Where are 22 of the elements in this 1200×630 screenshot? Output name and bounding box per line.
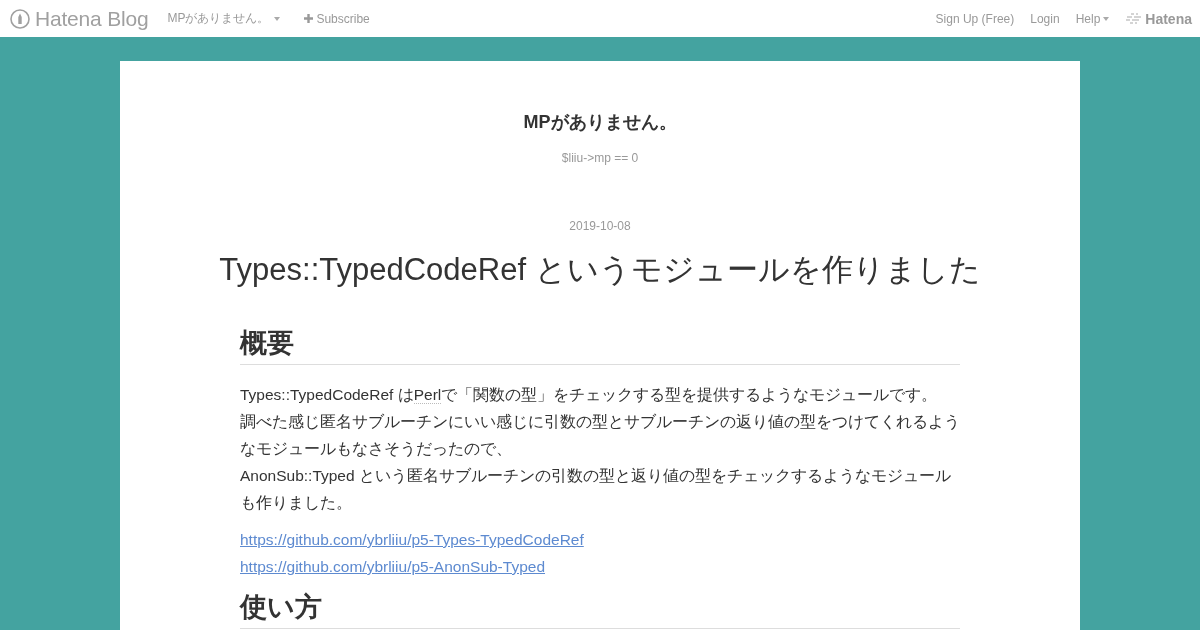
blog-menu-button[interactable]: MPがありません。 bbox=[167, 10, 281, 27]
blog-description: $liiu->mp == 0 bbox=[560, 150, 640, 166]
entry-title: Types::TypedCodeRef というモジュールを作りました bbox=[218, 251, 982, 289]
nav-link[interactable]: Sign Up (Free) bbox=[935, 11, 1015, 26]
blog-logo-link[interactable]: Hatena Blog bbox=[10, 6, 149, 31]
paragraph: Types::TypedCodeRef はPerlで「関数の型」をチェックする型を提供するようなモジュールです。 調べた感じ匿名サブルーチンにいい感じに引数の型とサブルーチンの返り値の型をつけてくれるようなモジュールもなさそうだったので、 AnonSub::Typed という匿名サブルーチンの引数の型と返り値の型をチェックするようなモジュールも作りました。 bbox=[240, 385, 960, 513]
brand-link[interactable]: Hatena bbox=[1126, 10, 1192, 27]
section-heading: 使い方 bbox=[240, 588, 960, 629]
nav-link[interactable]: Login bbox=[1030, 11, 1060, 26]
url-link[interactable]: https://github.com/ybrliiu/p5-AnonSub-Typed bbox=[240, 553, 545, 580]
keyword-link[interactable]: Perl bbox=[413, 386, 442, 404]
plus-icon bbox=[304, 14, 314, 23]
section-heading: 概要 bbox=[240, 324, 960, 365]
caret-icon bbox=[1103, 16, 1110, 21]
nav-menu-link[interactable]: Help bbox=[1075, 11, 1110, 26]
pen-circle-icon bbox=[10, 8, 30, 29]
blog-title: MPがありません。 bbox=[522, 111, 678, 133]
entry-date: 2019-10-08 bbox=[568, 218, 632, 234]
url-link[interactable]: https://github.com/ybrliiu/p5-Types-TypedCodeRef bbox=[240, 526, 584, 553]
caret-icon bbox=[274, 16, 281, 21]
dashed-lines-icon bbox=[1126, 13, 1143, 24]
subscribe-link[interactable]: Subscribe bbox=[304, 11, 370, 26]
